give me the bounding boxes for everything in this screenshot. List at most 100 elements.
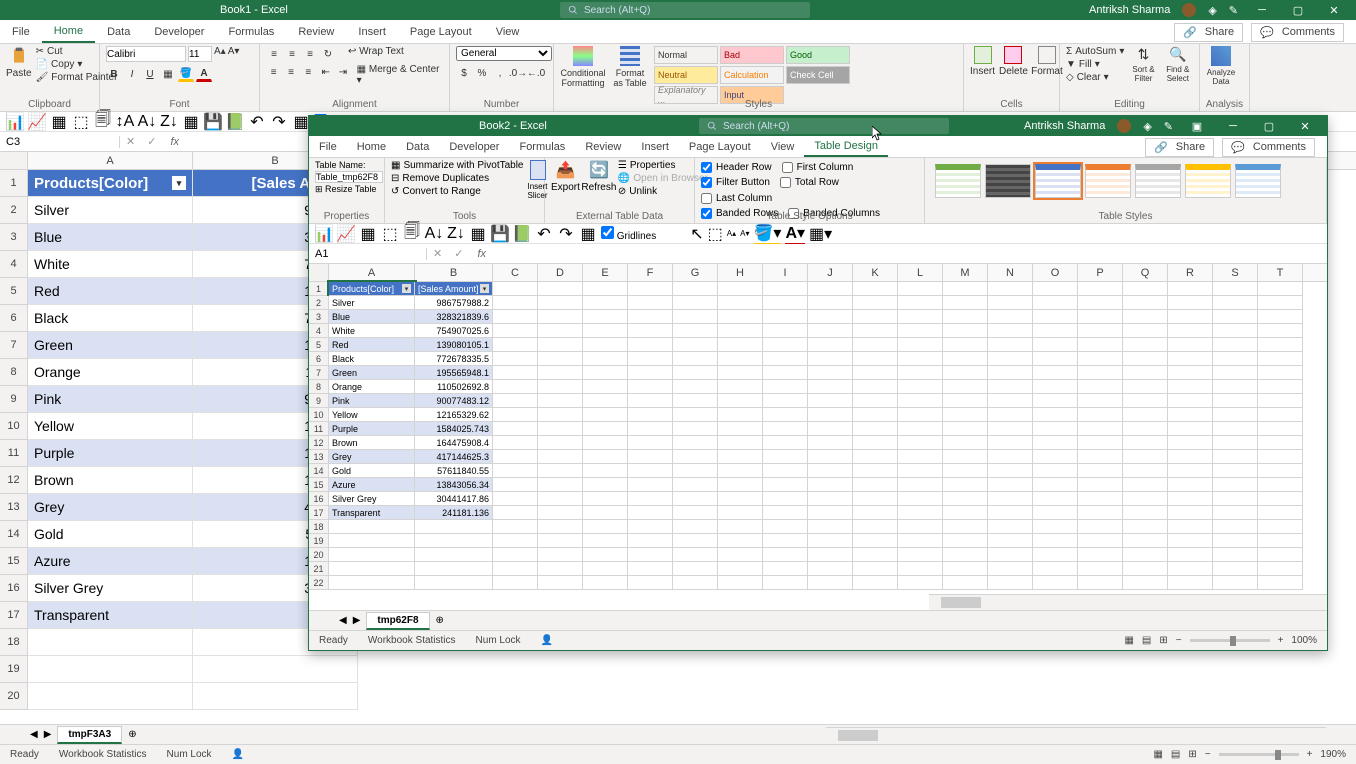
- row-num[interactable]: 16: [309, 492, 329, 506]
- indent-inc[interactable]: ⇥: [335, 64, 350, 80]
- cell[interactable]: [763, 366, 808, 380]
- cell[interactable]: [1033, 436, 1078, 450]
- row-num[interactable]: 18: [309, 520, 329, 534]
- cell[interactable]: [718, 324, 763, 338]
- cell[interactable]: [673, 408, 718, 422]
- comments-btn[interactable]: 💬 Comments: [1251, 23, 1344, 42]
- cell[interactable]: [1078, 492, 1123, 506]
- zoom-in-icon[interactable]: +: [1278, 635, 1284, 646]
- italic-btn[interactable]: I: [124, 66, 140, 82]
- cell[interactable]: 90077483.12: [415, 394, 493, 408]
- style-neutral[interactable]: Neutral: [654, 66, 718, 84]
- cell[interactable]: [808, 506, 853, 520]
- cell[interactable]: [898, 464, 943, 478]
- cell[interactable]: [1168, 324, 1213, 338]
- row-num[interactable]: 2: [0, 197, 28, 224]
- cell[interactable]: [28, 656, 193, 683]
- table-name-input[interactable]: [315, 171, 383, 183]
- qat-icon[interactable]: A↓: [138, 113, 156, 131]
- currency-btn[interactable]: $: [456, 65, 472, 81]
- cell[interactable]: [1168, 506, 1213, 520]
- cell[interactable]: [673, 576, 718, 590]
- cell[interactable]: [1258, 520, 1303, 534]
- cell[interactable]: [718, 408, 763, 422]
- qat-icon[interactable]: 📊: [6, 113, 24, 131]
- cell[interactable]: [943, 576, 988, 590]
- qat-icon[interactable]: ▦: [579, 225, 597, 243]
- win2-search[interactable]: Search (Alt+Q): [699, 118, 949, 134]
- qat-icon[interactable]: 📗: [513, 225, 531, 243]
- cell[interactable]: [628, 394, 673, 408]
- cell[interactable]: 241181.136: [415, 506, 493, 520]
- cell[interactable]: [898, 576, 943, 590]
- zoom-out-icon[interactable]: −: [1176, 635, 1182, 646]
- cell[interactable]: [988, 366, 1033, 380]
- cell[interactable]: [1213, 296, 1258, 310]
- nav-prev-icon[interactable]: ◀: [30, 729, 38, 740]
- cell[interactable]: [943, 450, 988, 464]
- cell[interactable]: [1033, 422, 1078, 436]
- cell[interactable]: [673, 464, 718, 478]
- row-num[interactable]: 11: [0, 440, 28, 467]
- cell[interactable]: [1213, 380, 1258, 394]
- cell[interactable]: [943, 492, 988, 506]
- qat-icon[interactable]: ↷: [270, 113, 288, 131]
- row-num[interactable]: 17: [309, 506, 329, 520]
- cell[interactable]: [853, 310, 898, 324]
- row-num[interactable]: 15: [0, 548, 28, 575]
- cell[interactable]: [808, 436, 853, 450]
- cell[interactable]: [853, 464, 898, 478]
- col-A[interactable]: A: [329, 264, 415, 281]
- style-good[interactable]: Good: [786, 46, 850, 64]
- cell[interactable]: [1033, 380, 1078, 394]
- cell[interactable]: [1033, 310, 1078, 324]
- cell[interactable]: [808, 296, 853, 310]
- cell[interactable]: Yellow: [329, 408, 415, 422]
- sort-filter-btn[interactable]: ⇅Sort & Filter: [1128, 46, 1158, 83]
- cell[interactable]: [718, 366, 763, 380]
- cell[interactable]: [763, 548, 808, 562]
- cell[interactable]: [1168, 450, 1213, 464]
- cell[interactable]: [673, 534, 718, 548]
- row-num[interactable]: 13: [0, 494, 28, 521]
- cell[interactable]: 754907025.6: [415, 324, 493, 338]
- cell[interactable]: [583, 380, 628, 394]
- cell[interactable]: Azure: [28, 548, 193, 575]
- cell[interactable]: 986757988.2: [415, 296, 493, 310]
- qat-icon[interactable]: ▦: [359, 225, 377, 243]
- cell[interactable]: [538, 296, 583, 310]
- cell[interactable]: [943, 310, 988, 324]
- qat-icon[interactable]: ⬚: [381, 225, 399, 243]
- cell[interactable]: [898, 492, 943, 506]
- cell[interactable]: [538, 310, 583, 324]
- sheet-tab[interactable]: tmp62F8: [366, 612, 429, 630]
- cell[interactable]: [898, 422, 943, 436]
- cell[interactable]: Transparent: [28, 602, 193, 629]
- cell[interactable]: [583, 394, 628, 408]
- cell[interactable]: [898, 352, 943, 366]
- cell[interactable]: Orange: [28, 359, 193, 386]
- share-btn[interactable]: 🔗 Share: [1174, 23, 1243, 42]
- cell[interactable]: [1258, 282, 1303, 296]
- cell[interactable]: [718, 576, 763, 590]
- find-select-btn[interactable]: 🔍Find & Select: [1163, 46, 1193, 83]
- cell[interactable]: [538, 450, 583, 464]
- tab-data[interactable]: Data: [95, 20, 142, 43]
- align-right[interactable]: ≡: [301, 64, 316, 80]
- qat-icon[interactable]: A▴: [727, 229, 736, 238]
- cell[interactable]: [28, 629, 193, 656]
- cell[interactable]: [628, 422, 673, 436]
- row-num[interactable]: 21: [309, 562, 329, 576]
- tab-view[interactable]: View: [484, 20, 532, 43]
- cell[interactable]: [808, 464, 853, 478]
- cell[interactable]: [673, 548, 718, 562]
- tab-view[interactable]: View: [761, 136, 805, 157]
- cell[interactable]: [1078, 422, 1123, 436]
- col-F[interactable]: F: [628, 264, 673, 281]
- cell[interactable]: [1168, 422, 1213, 436]
- cell[interactable]: [1168, 478, 1213, 492]
- cell[interactable]: White: [329, 324, 415, 338]
- cell[interactable]: [898, 282, 943, 296]
- qat-icon[interactable]: A▾: [785, 223, 805, 245]
- cell[interactable]: [1258, 436, 1303, 450]
